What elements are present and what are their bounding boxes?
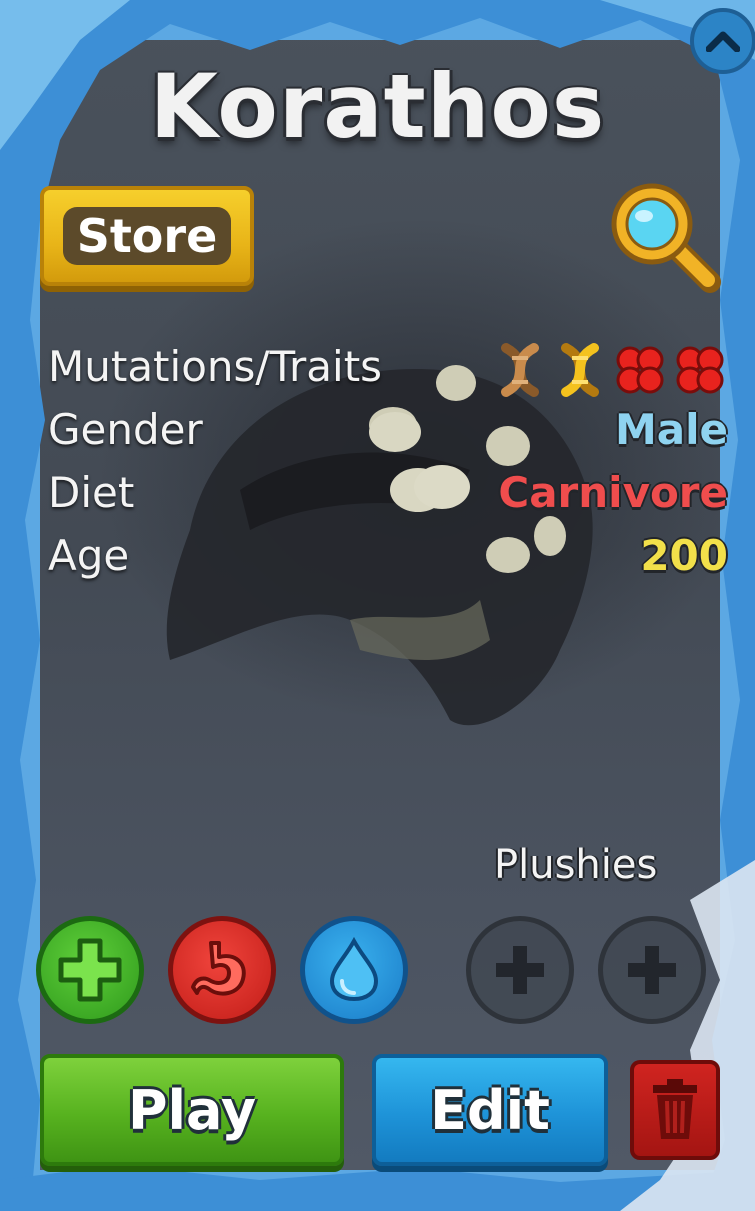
plus-icon — [628, 946, 676, 994]
health-cross-icon — [58, 938, 122, 1002]
chevron-up-icon — [706, 31, 740, 52]
traits-icons[interactable] — [492, 342, 728, 398]
play-button[interactable]: Play — [40, 1054, 344, 1166]
dna-brown-icon[interactable] — [492, 342, 548, 398]
gender-label: Gender — [48, 405, 203, 454]
trash-icon — [653, 1079, 697, 1139]
hunger-button[interactable] — [168, 916, 276, 1024]
plushie-slot-1[interactable] — [466, 916, 574, 1024]
stats-panel: Mutations/Traits Gender Male Diet Carniv… — [48, 342, 728, 594]
delete-button[interactable] — [630, 1060, 720, 1160]
traits-row: Mutations/Traits — [48, 342, 728, 405]
thirst-button[interactable] — [300, 916, 408, 1024]
edit-button-label: Edit — [430, 1078, 550, 1142]
health-button[interactable] — [36, 916, 144, 1024]
age-label: Age — [48, 531, 130, 580]
diet-row: Diet Carnivore — [48, 468, 728, 531]
diet-value: Carnivore — [498, 468, 728, 517]
dna-gold-icon[interactable] — [552, 342, 608, 398]
plus-icon — [496, 946, 544, 994]
store-button-label: Store — [62, 207, 232, 265]
dino-card: Korathos Store Mutations/Traits Gender M… — [0, 0, 755, 1211]
edit-button[interactable]: Edit — [372, 1054, 608, 1166]
age-row: Age 200 — [48, 531, 728, 594]
dino-name: Korathos — [149, 55, 606, 158]
water-drop-icon — [329, 937, 379, 1002]
cells-red-icon[interactable] — [612, 342, 668, 398]
gender-value: Male — [614, 405, 728, 454]
store-button[interactable]: Store — [40, 186, 254, 286]
age-value: 200 — [640, 531, 728, 580]
magnifier-icon[interactable] — [604, 176, 722, 294]
play-button-label: Play — [127, 1078, 257, 1142]
cells-red-icon[interactable] — [672, 342, 728, 398]
traits-label: Mutations/Traits — [48, 342, 383, 391]
diet-label: Diet — [48, 468, 135, 517]
collapse-button[interactable] — [690, 8, 755, 74]
gender-row: Gender Male — [48, 405, 728, 468]
plushies-label: Plushies — [494, 842, 658, 888]
stomach-icon — [191, 941, 246, 996]
plushie-slot-2[interactable] — [598, 916, 706, 1024]
